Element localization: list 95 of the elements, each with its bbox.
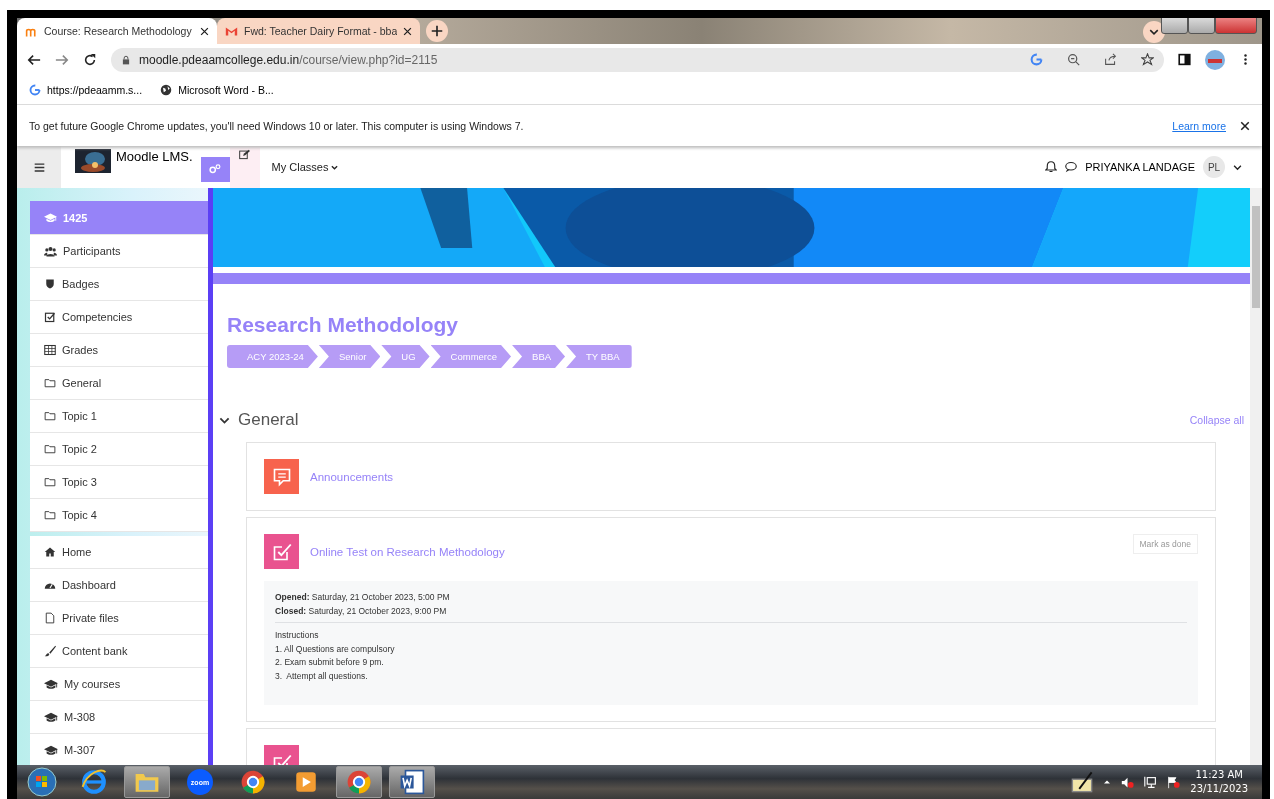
user-name[interactable]: PRIYANKA LANDAGE: [1085, 161, 1195, 173]
settings-button[interactable]: [200, 156, 230, 182]
chevron-down-icon: [331, 163, 339, 171]
close-icon: [1240, 120, 1250, 131]
instruction-line: Instructions: [275, 629, 320, 642]
instruction-line: 1. All Questions are compulsory: [275, 642, 396, 656]
star-icon: [1141, 53, 1154, 66]
browser-tab[interactable]: Fwd: Teacher Dairy Format - bba: [217, 18, 421, 44]
shield-icon: [44, 278, 56, 290]
taskbar-app[interactable]: [336, 766, 382, 798]
taskbar-app[interactable]: [389, 766, 435, 798]
sidebar-item[interactable]: Topic 3: [30, 466, 208, 499]
sidebar-item[interactable]: Grades: [30, 334, 208, 367]
sidebar-item[interactable]: Badges: [30, 268, 208, 301]
instruction-line: 2. Exam submit before 9 pm.: [275, 656, 385, 669]
bookmark[interactable]: https://pdeaamm.s...: [29, 83, 143, 96]
learn-more-link[interactable]: Learn more: [1172, 119, 1226, 132]
home-icon: [44, 546, 56, 558]
lock-icon: [121, 54, 131, 65]
speaker-muted-icon: [1121, 775, 1135, 789]
folder-icon: [44, 410, 56, 422]
sidebar-item[interactable]: Dashboard: [30, 569, 208, 602]
play-icon: [293, 769, 319, 795]
sidebar-item[interactable]: Home: [30, 536, 208, 569]
bell-icon: [1045, 161, 1058, 173]
users-icon: [44, 244, 57, 258]
instruction-line: 3. Attempt all questions.: [275, 669, 369, 683]
sidebar-item[interactable]: My courses: [30, 668, 208, 701]
checkbox-icon: [44, 311, 56, 323]
chevron-down-icon: [1149, 27, 1159, 37]
maximize-button[interactable]: [1188, 18, 1215, 34]
browser-e-icon: [81, 769, 107, 795]
table-icon: [44, 344, 56, 356]
bookmark[interactable]: Microsoft Word - B...: [160, 83, 274, 96]
clock[interactable]: 11:23 AM 23/11/2023: [1190, 768, 1248, 796]
back-icon: [27, 52, 41, 67]
sidebar-item[interactable]: Topic 4: [30, 499, 208, 532]
sidebar-item[interactable]: General: [30, 367, 208, 400]
folder-icon: [44, 509, 56, 521]
address-bar[interactable]: moodle.pdeaamcollege.edu.in/course/view.php?id=2115: [111, 47, 1164, 72]
menu-icon: [33, 161, 45, 173]
tab-search-button[interactable]: [1143, 21, 1165, 43]
minimize-button[interactable]: [1161, 18, 1188, 34]
start-button[interactable]: [27, 767, 57, 797]
chrome-icon: [240, 769, 266, 795]
folder-icon: [44, 476, 56, 488]
folder-icon: [44, 443, 56, 455]
share-icon: [1104, 53, 1117, 66]
chat-icon: [1065, 161, 1078, 173]
zoom-out-icon: [1067, 53, 1080, 66]
site-name[interactable]: Moodle LMS.: [116, 149, 193, 164]
update-message: To get future Google Chrome updates, you'll need Windows 10 or later. This computer is using Windows 7.: [29, 119, 524, 132]
sidebar-item[interactable]: M-308: [30, 701, 208, 734]
flag-error-icon: [1167, 775, 1181, 789]
plus-icon: [431, 25, 444, 37]
menu-button[interactable]: [17, 146, 61, 188]
quiz-icon: [264, 534, 299, 569]
browser-tab[interactable]: Course: Research Methodology: [17, 18, 217, 44]
sidebar-item[interactable]: Private files: [30, 602, 208, 635]
forum-icon: [264, 459, 299, 494]
google-icon: [1030, 53, 1043, 66]
google-icon: [29, 83, 41, 96]
sidebar-item[interactable]: Topic 2: [30, 433, 208, 466]
sidebar-item[interactable]: Competencies: [30, 301, 208, 334]
sidebar-item[interactable]: Content bank: [30, 635, 208, 668]
brush-icon: [44, 645, 56, 657]
side-panel-icon: [1178, 53, 1191, 66]
chevron-down-icon: [1233, 162, 1242, 172]
my-classes-menu[interactable]: My Classes: [271, 161, 339, 173]
scrollbar[interactable]: [1250, 188, 1262, 765]
date-line: Closed: Saturday, 21 October 2023, 9:00 PM: [275, 604, 448, 618]
user-avatar[interactable]: PL: [1203, 156, 1225, 178]
sidebar-item[interactable]: Topic 1: [30, 400, 208, 433]
up-arrow-icon: [1103, 778, 1112, 786]
pen-tablet-icon: [1071, 771, 1094, 793]
edit-button[interactable]: [229, 146, 260, 188]
avatar[interactable]: [1205, 49, 1225, 70]
close-icon: [200, 26, 209, 36]
close-icon: [403, 26, 413, 36]
course-title: Research Methodology: [227, 313, 460, 337]
edit-icon: [239, 149, 251, 160]
section-title[interactable]: General: [238, 410, 299, 430]
network-icon: [1144, 775, 1158, 789]
gears-icon: [209, 163, 222, 175]
new-tab-button[interactable]: [426, 20, 449, 42]
folder-icon: [44, 377, 56, 389]
date-line: Opened: Saturday, 21 October 2023, 5:00 PM: [275, 591, 451, 604]
chrome-icon: [346, 769, 372, 795]
sidebar-item[interactable]: Participants: [30, 235, 208, 268]
globe-icon: [160, 83, 173, 96]
forward-icon: [55, 52, 69, 67]
close-button[interactable]: [1215, 18, 1257, 34]
document-w-icon: [399, 769, 425, 795]
file-icon: [44, 612, 56, 624]
reload-icon: [83, 52, 97, 67]
